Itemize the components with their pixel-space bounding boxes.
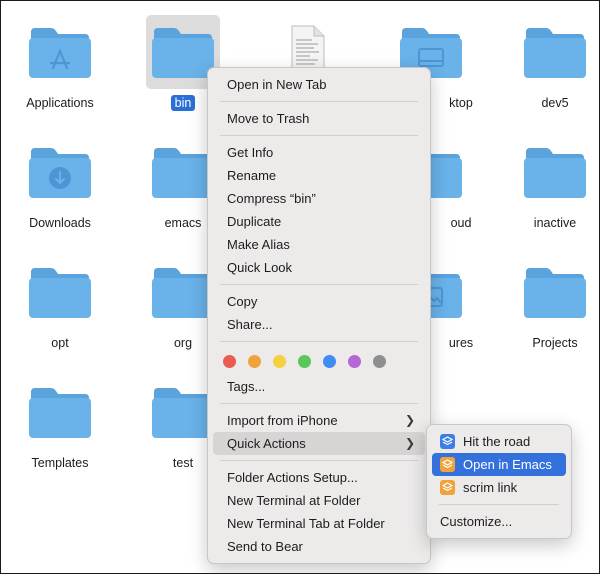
- folder-label: test: [172, 456, 194, 470]
- menu-get-info[interactable]: Get Info: [213, 141, 425, 164]
- chevron-right-icon: ❯: [404, 436, 415, 450]
- tag-red-dot[interactable]: [223, 354, 236, 368]
- tag-orange-dot[interactable]: [248, 354, 261, 368]
- folder-icon: [29, 28, 91, 78]
- folder-label: Templates: [31, 456, 89, 470]
- menu-import-from-iphone[interactable]: Import from iPhone ❯: [213, 409, 425, 432]
- folder-label: ktop: [449, 96, 473, 110]
- menu-separator: [439, 504, 559, 505]
- menu-compress[interactable]: Compress “bin”: [213, 187, 425, 210]
- folder-icon: [524, 28, 586, 78]
- shortcut-icon: [440, 434, 455, 449]
- folder-dev5[interactable]: dev5: [495, 15, 599, 112]
- shortcut-icon: [440, 480, 455, 495]
- folder-projects[interactable]: Projects: [495, 255, 599, 352]
- menu-rename[interactable]: Rename: [213, 164, 425, 187]
- menu-duplicate[interactable]: Duplicate: [213, 210, 425, 233]
- folder-icon: [152, 28, 214, 78]
- chevron-right-icon: ❯: [404, 413, 415, 427]
- quick-action-hit-the-road[interactable]: Hit the road: [432, 430, 566, 453]
- folder-inactive[interactable]: inactive: [495, 135, 599, 232]
- menu-folder-actions-setup[interactable]: Folder Actions Setup...: [213, 466, 425, 489]
- quick-action-label: Hit the road: [463, 434, 531, 449]
- menu-make-alias[interactable]: Make Alias: [213, 233, 425, 256]
- folder-label: emacs: [164, 216, 202, 230]
- folder-label: inactive: [533, 216, 577, 230]
- menu-item-label: Quick Actions: [227, 436, 306, 451]
- folder-label: org: [173, 336, 193, 350]
- folder-icon: [29, 388, 91, 438]
- quick-action-scrim-link[interactable]: scrim link: [432, 476, 566, 499]
- folder-icon: [29, 268, 91, 318]
- folder-label: Applications: [26, 96, 94, 110]
- quick-action-label: scrim link: [463, 480, 518, 495]
- shortcut-icon: [440, 457, 455, 472]
- menu-separator: [220, 135, 418, 136]
- menu-separator: [220, 460, 418, 461]
- quick-action-label: Open in Emacs: [463, 457, 552, 472]
- tag-yellow-dot[interactable]: [273, 354, 286, 368]
- menu-separator: [220, 341, 418, 342]
- folder-templates[interactable]: Templates: [1, 375, 120, 472]
- menu-quick-actions[interactable]: Quick Actions ❯: [213, 432, 425, 455]
- tag-blue-dot[interactable]: [323, 354, 336, 368]
- folder-icon: [29, 148, 91, 198]
- finder-window: Applications bin ktop dev5 Downloads ema…: [0, 0, 600, 574]
- folder-label: oud: [450, 216, 472, 230]
- folder-applications[interactable]: Applications: [1, 15, 120, 112]
- menu-separator: [220, 101, 418, 102]
- menu-quick-look[interactable]: Quick Look: [213, 256, 425, 279]
- menu-new-terminal-at-folder[interactable]: New Terminal at Folder: [213, 489, 425, 512]
- quick-action-open-in-emacs[interactable]: Open in Emacs: [432, 453, 566, 476]
- menu-separator: [220, 403, 418, 404]
- folder-label: bin: [170, 95, 196, 111]
- folder-icon: [524, 148, 586, 198]
- menu-copy[interactable]: Copy: [213, 290, 425, 313]
- tag-purple-dot[interactable]: [348, 354, 361, 368]
- context-menu: Open in New Tab Move to Trash Get Info R…: [207, 67, 431, 564]
- download-emblem: [49, 167, 71, 189]
- folder-label: opt: [51, 336, 69, 350]
- folder-icon: [524, 268, 586, 318]
- menu-share[interactable]: Share...: [213, 313, 425, 336]
- tag-gray-dot[interactable]: [373, 354, 386, 368]
- folder-label: Downloads: [29, 216, 91, 230]
- tag-green-dot[interactable]: [298, 354, 311, 368]
- quick-actions-submenu: Hit the road Open in Emacs scrim link Cu…: [426, 424, 572, 539]
- folder-downloads[interactable]: Downloads: [1, 135, 120, 232]
- folder-opt[interactable]: opt: [1, 255, 120, 352]
- quick-action-customize[interactable]: Customize...: [432, 510, 566, 533]
- folder-label: dev5: [541, 96, 569, 110]
- menu-new-terminal-tab-at-folder[interactable]: New Terminal Tab at Folder: [213, 512, 425, 535]
- menu-tags[interactable]: Tags...: [213, 375, 425, 398]
- tag-color-row: [208, 347, 430, 375]
- menu-separator: [220, 284, 418, 285]
- menu-move-to-trash[interactable]: Move to Trash: [213, 107, 425, 130]
- folder-label: Projects: [532, 336, 578, 350]
- menu-item-label: Import from iPhone: [227, 413, 338, 428]
- menu-send-to-bear[interactable]: Send to Bear: [213, 535, 425, 558]
- folder-label: ures: [448, 336, 474, 350]
- menu-open-in-new-tab[interactable]: Open in New Tab: [213, 73, 425, 96]
